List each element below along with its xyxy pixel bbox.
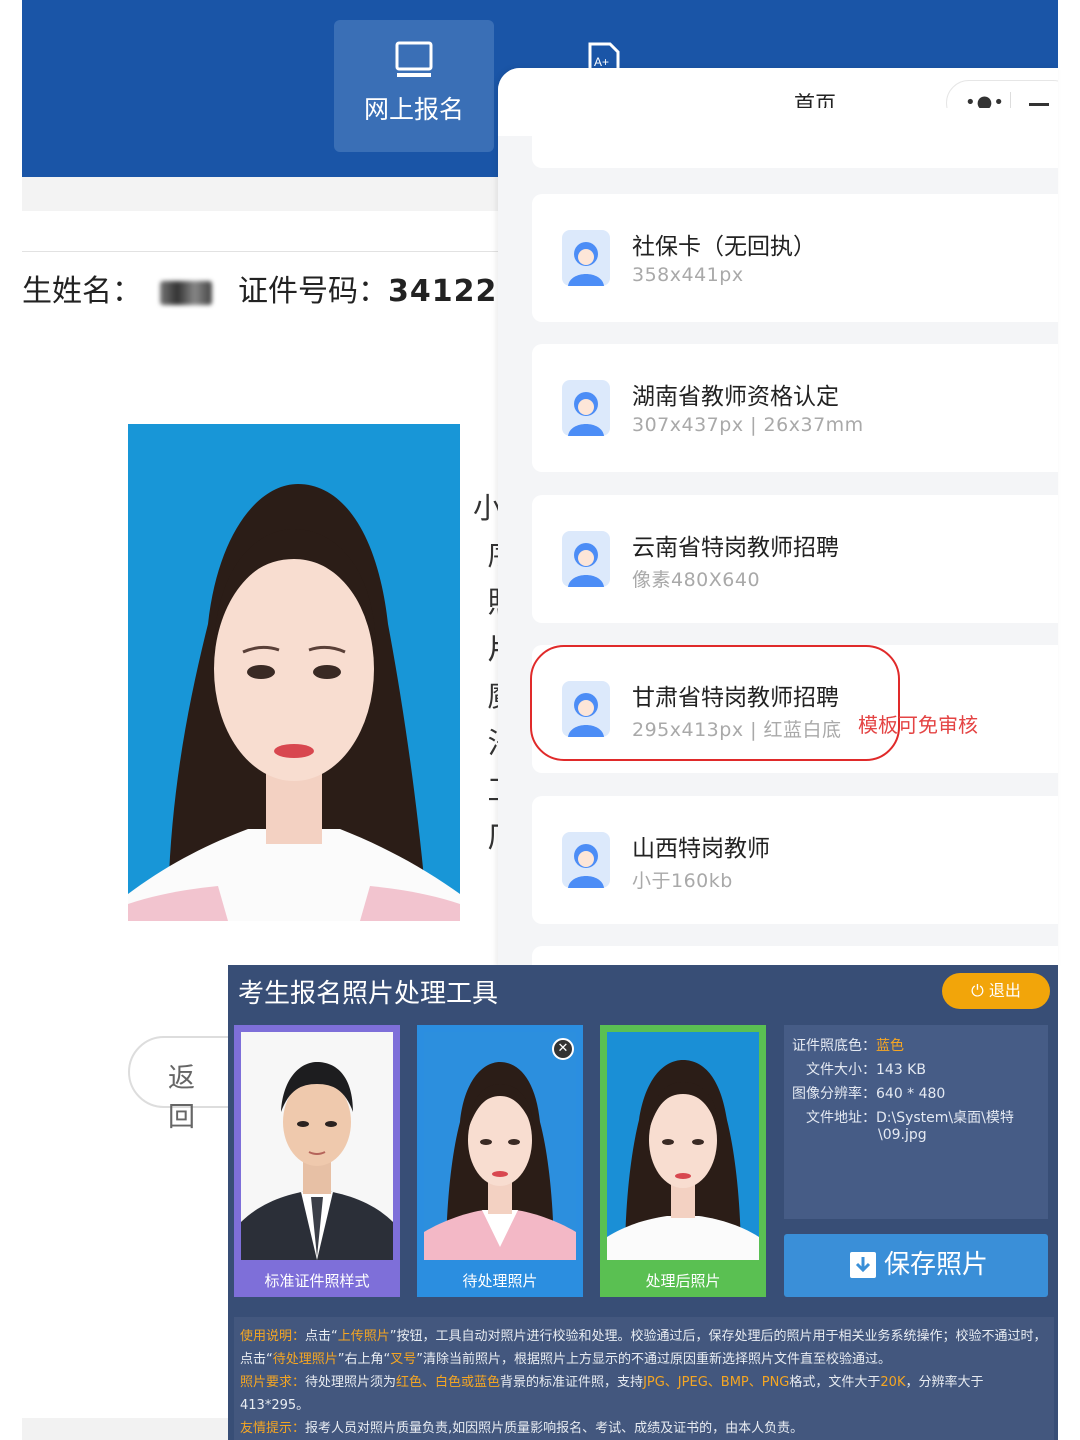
close-icon[interactable]: ✕ xyxy=(552,1038,574,1060)
processed-photo-label: 处理后照片 xyxy=(645,1272,721,1290)
avatar-icon xyxy=(562,832,610,888)
requirements-text: 格式，文件大于 xyxy=(789,1375,881,1390)
file-size-row: 文件大小：143 KB xyxy=(806,1059,926,1079)
template-card-partial[interactable] xyxy=(532,108,1058,168)
template-title: 社保卡（无回执） xyxy=(632,234,816,260)
template-title: 云南省特岗教师招聘 xyxy=(632,535,839,561)
exit-label: 退出 xyxy=(988,981,1021,1000)
pending-photo-slot[interactable]: ✕ 待处理照片 xyxy=(417,1025,583,1297)
power-icon: ⏻ xyxy=(971,981,989,1000)
file-path-value: D:\System\桌面\模特 xyxy=(876,1110,1014,1126)
highlight-note: 模板可免审核 xyxy=(858,713,978,737)
usage-notes: 使用说明：点击“上传照片”按钮，工具自动对照片进行校验和处理。校验通过后，保存处… xyxy=(234,1317,1054,1440)
usage-instructions: 使用说明：点击“上传照片”按钮，工具自动对照片进行校验和处理。校验通过后，保存处… xyxy=(240,1325,1048,1371)
resolution-value: 640 * 480 xyxy=(876,1086,946,1102)
resolution-row: 图像分辨率：640 * 480 xyxy=(792,1083,945,1103)
usage-highlight: 上传照片 xyxy=(337,1329,390,1344)
tip-label: 友情提示： xyxy=(240,1421,306,1436)
requirements-highlight: JPG、JPEG、BMP、PNG xyxy=(643,1375,790,1390)
template-title: 山西特岗教师 xyxy=(632,836,770,862)
usage-label: 使用说明： xyxy=(240,1329,306,1344)
template-spec: 307x437px | 26x37mm xyxy=(632,414,864,436)
divider xyxy=(22,251,502,252)
tool-title: 考生报名照片处理工具 xyxy=(238,979,499,1009)
standard-photo-image xyxy=(241,1032,393,1260)
save-photo-button[interactable]: 保存照片 xyxy=(784,1234,1048,1297)
bg-color-label: 证件照底色： xyxy=(792,1038,876,1054)
tip-text: 报考人员对照片质量负责,如因照片质量影响报名、考试、成绩及证书的，由本人负责。 xyxy=(305,1421,804,1436)
save-icon xyxy=(850,1252,876,1278)
usage-highlight: 待处理照片 xyxy=(272,1352,338,1367)
usage-highlight: 叉号 xyxy=(390,1352,417,1367)
mini-program-panel: 首页 •●• 社保卡（无回执） 358x441px 湖南省教师资格认定 307x… xyxy=(498,68,1058,968)
bg-color-value: 蓝色 xyxy=(876,1038,904,1054)
highlight-circle xyxy=(530,645,900,761)
standard-photo-sample: 标准证件照样式 xyxy=(234,1025,400,1297)
file-path-row-2: \09.jpg xyxy=(878,1127,927,1143)
template-card[interactable]: 湖南省教师资格认定 307x437px | 26x37mm xyxy=(532,344,1058,472)
photo-processing-tool-window: 考生报名照片处理工具 ⏻ 退出 标准证件照样式 ✕ 待处理照片 处理后照片 证件… xyxy=(228,965,1058,1440)
avatar-icon xyxy=(562,380,610,436)
usage-text: 点击“ xyxy=(305,1329,338,1344)
pending-photo-image xyxy=(424,1032,576,1260)
bg-color-row: 证件照底色：蓝色 xyxy=(792,1035,904,1055)
file-path-label: 文件地址： xyxy=(806,1110,876,1126)
template-card[interactable]: 云南省特岗教师招聘 像素480X640 xyxy=(532,495,1058,623)
photo-requirements: 照片要求：待处理照片须为红色、白色或蓝色背景的标准证件照，支持JPG、JPEG、… xyxy=(240,1371,1048,1417)
requirements-highlight: 20K xyxy=(880,1375,906,1390)
processed-photo-slot: 处理后照片 xyxy=(600,1025,766,1297)
exit-button[interactable]: ⏻ 退出 xyxy=(942,973,1050,1009)
monitor-icon xyxy=(395,41,433,77)
file-path-value-2: \09.jpg xyxy=(878,1127,927,1143)
requirements-text: 待处理照片须为 xyxy=(305,1375,397,1390)
id-label: 证件号码： xyxy=(238,274,388,309)
file-size-value: 143 KB xyxy=(876,1062,926,1078)
name-label: 生姓名： xyxy=(22,274,142,309)
photo-info-panel: 证件照底色：蓝色 文件大小：143 KB 图像分辨率：640 * 480 文件地… xyxy=(784,1025,1048,1219)
usage-text: ”清除当前照片，根据照片上方显示的不通过原因重新选择照片文件直至校验通过。 xyxy=(416,1352,892,1367)
template-card[interactable]: 社保卡（无回执） 358x441px xyxy=(532,194,1058,322)
nav-online-registration-label: 网上报名 xyxy=(363,95,464,124)
processed-photo-image xyxy=(607,1032,759,1260)
usage-text: ”右上角“ xyxy=(337,1352,391,1367)
requirements-label: 照片要求： xyxy=(240,1375,306,1390)
template-spec: 358x441px xyxy=(632,264,744,286)
template-spec: 小于160kb xyxy=(632,870,733,892)
template-spec: 像素480X640 xyxy=(632,569,761,591)
requirements-text: 背景的标准证件照，支持 xyxy=(500,1375,644,1390)
svg-text:A+: A+ xyxy=(594,55,609,69)
candidate-photo xyxy=(128,424,460,921)
nav-online-registration[interactable]: 网上报名 xyxy=(334,20,494,152)
save-photo-label: 保存照片 xyxy=(884,1250,989,1280)
avatar-icon xyxy=(562,531,610,587)
bottom-strip xyxy=(22,1418,232,1440)
pending-photo-label: 待处理照片 xyxy=(462,1272,538,1290)
file-path-row: 文件地址：D:\System\桌面\模特 xyxy=(806,1107,1014,1127)
minimize-icon[interactable] xyxy=(1029,103,1049,106)
blurred-name xyxy=(160,280,212,305)
template-title: 湖南省教师资格认定 xyxy=(632,384,839,410)
requirements-highlight: 红色、白色或蓝色 xyxy=(396,1375,501,1390)
gray-band xyxy=(22,177,502,211)
template-card[interactable]: 山西特岗教师 小于160kb xyxy=(532,796,1058,924)
resolution-label: 图像分辨率： xyxy=(792,1086,876,1102)
file-size-label: 文件大小： xyxy=(806,1062,876,1078)
avatar-icon xyxy=(562,230,610,286)
friendly-tip: 友情提示：报考人员对照片质量负责,如因照片质量影响报名、考试、成绩及证书的，由本… xyxy=(240,1417,1048,1440)
standard-photo-label: 标准证件照样式 xyxy=(264,1272,370,1290)
candidate-info-row: 生姓名： 证件号码：341221 9 xyxy=(22,266,553,310)
